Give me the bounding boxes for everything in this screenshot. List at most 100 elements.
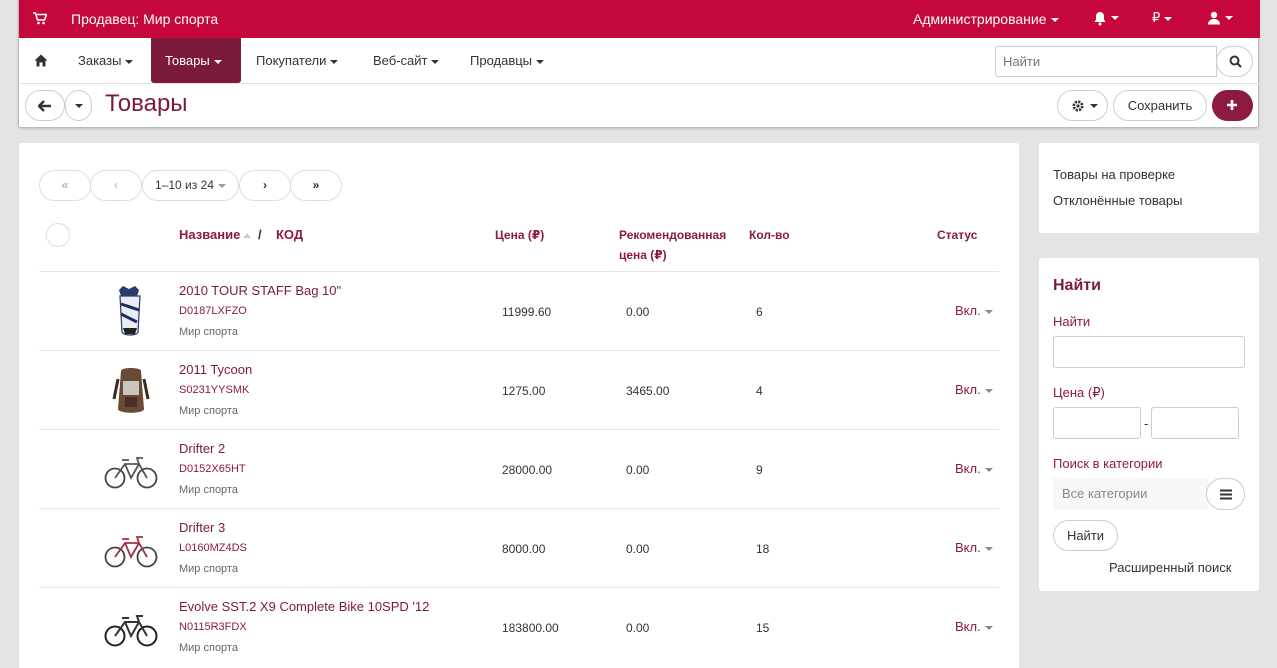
search-panel: Найти Найти Цена (₽) - Поиск в категории… (1039, 258, 1259, 591)
save-button[interactable]: Сохранить (1113, 90, 1207, 121)
vendor-label[interactable]: Продавец: Мир спорта (71, 11, 218, 27)
nav-products[interactable]: Товары (151, 38, 241, 83)
cart-icon[interactable] (33, 12, 47, 25)
bicycle-image[interactable] (103, 521, 159, 577)
user-menu[interactable] (1207, 11, 1237, 27)
chevron-down-icon (984, 546, 993, 551)
product-code: S0231YYSMK (179, 384, 250, 396)
rejected-products-link[interactable]: Отклонённые товары (1053, 193, 1182, 208)
nav-orders-label: Заказы (78, 53, 122, 68)
product-price: 28000.00 (502, 463, 553, 477)
product-code: D0187LXFZO (179, 305, 247, 317)
product-name-link[interactable]: 2010 TOUR STAFF Bag 10" (179, 283, 341, 298)
arrow-left-icon (38, 100, 51, 112)
status-dropdown[interactable]: Вкл. (955, 619, 993, 634)
sort-by-price[interactable]: Цена (₽) (495, 225, 544, 245)
find-button[interactable]: Найти (1053, 520, 1118, 551)
table-row[interactable]: Evolve SST.2 X9 Complete Bike 10SPD '12 … (39, 587, 999, 666)
currency-menu[interactable]: ₽ (1152, 10, 1173, 26)
double-chevron-right-icon: » (312, 178, 320, 192)
home-icon[interactable] (34, 54, 48, 67)
category-input[interactable]: Все категории (1053, 478, 1208, 510)
first-page-button[interactable]: « (39, 170, 91, 201)
page-range-dropdown[interactable]: 1–10 из 24 (142, 170, 239, 201)
select-all-checkbox[interactable] (46, 223, 70, 247)
list-icon (1220, 489, 1232, 500)
product-quantity: 18 (756, 542, 770, 556)
back-button[interactable] (25, 90, 65, 121)
sort-by-code[interactable]: КОД (276, 225, 303, 245)
add-product-button[interactable] (1212, 90, 1253, 121)
sort-by-status[interactable]: Статус (937, 225, 977, 245)
chevron-down-icon (984, 388, 993, 393)
chevron-down-icon (1090, 104, 1098, 108)
product-price: 11999.60 (502, 305, 552, 319)
nav-vendors-label: Продавцы (470, 53, 533, 68)
sort-by-recommended-price[interactable]: Рекомендованная цена (₽) (619, 225, 739, 265)
product-code: L0160MZ4DS (179, 542, 247, 554)
product-name-link[interactable]: Drifter 3 (179, 520, 225, 535)
find-input[interactable] (1053, 336, 1245, 368)
chevron-down-icon (1225, 16, 1233, 20)
golf-bag-image[interactable] (103, 284, 159, 340)
product-name-link[interactable]: 2011 Tycoon (179, 362, 252, 377)
sort-by-name[interactable]: Название (179, 225, 252, 245)
status-label: Вкл. (955, 382, 981, 397)
category-picker-button[interactable] (1206, 478, 1245, 510)
product-vendor: Мир спорта (179, 326, 238, 338)
search-input[interactable] (995, 46, 1217, 77)
header-frame: Продавец: Мир спорта Администрирование ₽… (18, 0, 1260, 128)
sort-by-quantity[interactable]: Кол-во (749, 225, 790, 245)
nav-orders[interactable]: Заказы (64, 38, 147, 83)
nav-vendors[interactable]: Продавцы (456, 38, 558, 83)
table-row[interactable]: 2010 TOUR STAFF Bag 10" D0187LXFZO Мир с… (39, 271, 999, 350)
page-range-label: 1–10 из 24 (155, 178, 214, 192)
nav-website[interactable]: Веб-сайт (359, 38, 453, 83)
chevron-down-icon (75, 104, 83, 108)
backpack-image[interactable] (103, 363, 159, 419)
product-vendor: Мир спорта (179, 484, 238, 496)
chevron-down-icon (217, 183, 226, 188)
bell-icon (1094, 12, 1106, 26)
chevron-down-icon (984, 467, 993, 472)
page-title: Товары (105, 90, 188, 117)
price-from-input[interactable] (1053, 407, 1141, 439)
table-row[interactable]: 2011 Tycoon S0231YYSMK Мир спорта 1275.0… (39, 350, 999, 429)
price-to-input[interactable] (1151, 407, 1239, 439)
settings-button[interactable] (1057, 90, 1108, 121)
nav-products-label: Товары (165, 53, 210, 68)
last-page-button[interactable]: » (290, 170, 342, 201)
table-row[interactable]: Drifter 2 D0152X65HT Мир спорта 28000.00… (39, 429, 999, 508)
bicycle-image[interactable] (103, 442, 159, 498)
notifications-menu[interactable] (1093, 11, 1121, 27)
product-quantity: 15 (756, 621, 770, 635)
search-button[interactable] (1216, 46, 1253, 77)
next-page-button[interactable]: › (239, 170, 291, 201)
status-dropdown[interactable]: Вкл. (955, 303, 993, 318)
currency-label: ₽ (1152, 10, 1161, 25)
table-row[interactable]: Drifter 3 L0160MZ4DS Мир спорта 8000.00 … (39, 508, 999, 587)
chevron-down-icon (1111, 16, 1119, 20)
status-dropdown[interactable]: Вкл. (955, 540, 993, 555)
product-recommended-price: 0.00 (626, 621, 650, 635)
status-label: Вкл. (955, 461, 981, 476)
chevron-down-icon (125, 59, 134, 64)
nav-customers[interactable]: Покупатели (242, 38, 352, 83)
products-on-review-link[interactable]: Товары на проверке (1053, 167, 1175, 182)
status-dropdown[interactable]: Вкл. (955, 461, 993, 476)
prev-page-button[interactable]: ‹ (90, 170, 142, 201)
product-quantity: 4 (756, 384, 763, 398)
product-vendor: Мир спорта (179, 642, 238, 654)
advanced-search-link[interactable]: Расширенный поиск (1109, 560, 1231, 575)
bicycle-image[interactable] (103, 600, 159, 656)
chevron-right-icon: › (263, 178, 267, 192)
status-label: Вкл. (955, 540, 981, 555)
product-code: N0115R3FDX (179, 621, 247, 633)
history-dropdown-button[interactable] (65, 90, 92, 121)
product-name-link[interactable]: Drifter 2 (179, 441, 225, 456)
status-dropdown[interactable]: Вкл. (955, 382, 993, 397)
product-recommended-price: 3465.00 (626, 384, 670, 398)
admin-menu[interactable]: Администрирование (913, 11, 1059, 27)
sort-asc-icon (243, 233, 252, 239)
product-name-link[interactable]: Evolve SST.2 X9 Complete Bike 10SPD '12 (179, 599, 429, 614)
